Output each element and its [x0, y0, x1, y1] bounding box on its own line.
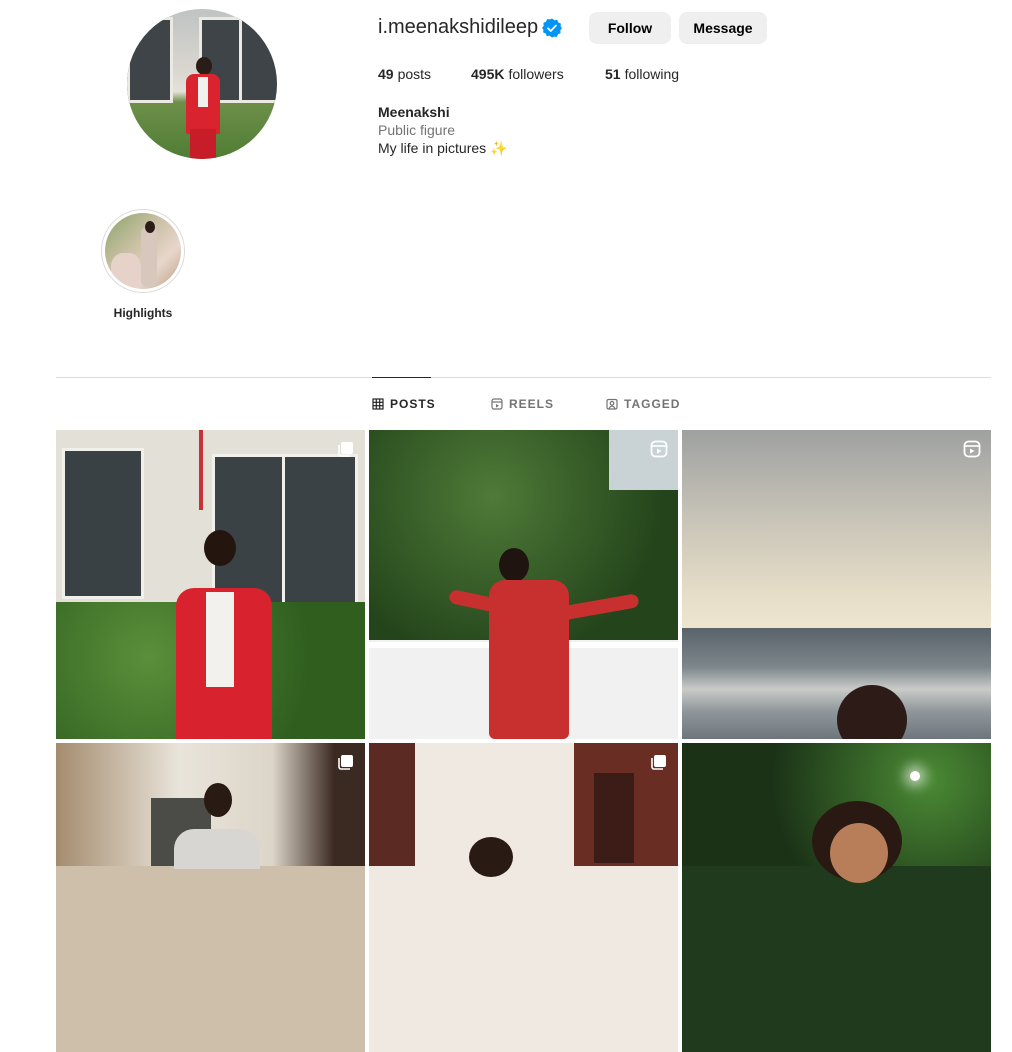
followers-count: 495K: [471, 66, 505, 82]
tab-posts-label: POSTS: [390, 397, 436, 411]
grid-icon: [372, 398, 384, 410]
reels-icon: [491, 398, 503, 410]
followers-stat[interactable]: 495K followers: [471, 66, 564, 82]
profile-avatar[interactable]: [127, 9, 277, 159]
verified-badge-icon: [542, 18, 562, 38]
following-stat[interactable]: 51 following: [605, 66, 679, 82]
profile-category: Public figure: [378, 122, 456, 138]
tagged-icon: [606, 398, 618, 410]
tab-tagged[interactable]: TAGGED: [606, 397, 680, 411]
following-count: 51: [605, 66, 621, 82]
tab-tagged-label: TAGGED: [624, 397, 681, 411]
highlight-label: Highlights: [113, 306, 173, 320]
posts-count-stat: 49 posts: [378, 66, 431, 82]
reel-icon: [963, 440, 981, 458]
post-tile[interactable]: [56, 430, 365, 739]
message-button[interactable]: Message: [679, 12, 767, 44]
highlight-cover: [105, 213, 181, 289]
carousel-icon: [338, 442, 353, 457]
follow-button[interactable]: Follow: [589, 12, 671, 44]
posts-label: posts: [397, 66, 432, 82]
tabs-divider: [56, 377, 991, 378]
tab-reels-label: REELS: [509, 397, 555, 411]
post-tile[interactable]: [369, 430, 678, 739]
profile-bio: My life in pictures ✨: [378, 140, 508, 156]
profile-username: i.meenakshidileep: [378, 16, 539, 38]
tab-posts[interactable]: POSTS: [372, 397, 436, 411]
highlight-item[interactable]: [101, 209, 185, 293]
post-tile[interactable]: [682, 430, 991, 739]
tab-reels[interactable]: REELS: [491, 397, 554, 411]
following-label: following: [624, 66, 680, 82]
carousel-icon: [651, 755, 666, 770]
post-tile[interactable]: [682, 743, 991, 1052]
post-tile[interactable]: [369, 743, 678, 1052]
profile-display-name: Meenakshi: [378, 104, 450, 120]
posts-count: 49: [378, 66, 394, 82]
carousel-icon: [338, 755, 353, 770]
followers-label: followers: [508, 66, 564, 82]
reel-icon: [650, 440, 668, 458]
post-tile[interactable]: [56, 743, 365, 1052]
active-tab-indicator: [372, 377, 431, 378]
